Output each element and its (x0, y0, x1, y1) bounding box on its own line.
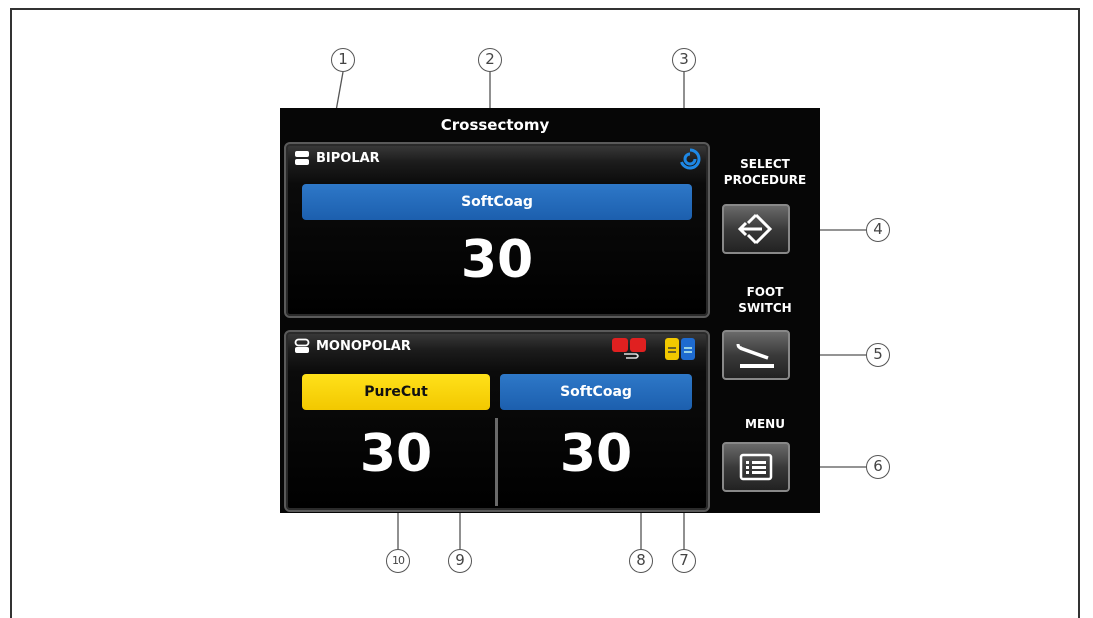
select-procedure-label: SELECT PROCEDURE (712, 156, 818, 188)
panel-divider (495, 418, 498, 506)
monopolar-header: MONOPOLAR (294, 338, 411, 354)
callout-1: 1 (331, 48, 355, 72)
cut-value: 30 (359, 424, 433, 484)
socket-plug-icon (295, 151, 309, 165)
red-handle-icon (612, 338, 646, 359)
bipolar-mode-label: SoftCoag (461, 194, 533, 210)
callout-10: 10 (386, 549, 410, 573)
bipolar-mode-bar[interactable]: SoftCoag (302, 184, 692, 220)
select-procedure-line2: PROCEDURE (723, 173, 807, 187)
foot-switch-line2: SWITCH (738, 301, 792, 315)
foot-switch-label: FOOT SWITCH (712, 284, 818, 316)
foot-switch-pedal-icon (736, 343, 774, 368)
callout-7: 7 (672, 549, 696, 573)
monopolar-label: MONOPOLAR (316, 338, 411, 354)
menu-button[interactable] (722, 442, 790, 492)
coag-value: 30 (559, 424, 633, 484)
coag-mode-label: SoftCoag (560, 384, 632, 400)
callout-6: 6 (866, 455, 890, 479)
foot-switch-line1: FOOT (746, 285, 784, 299)
socket-plug-icon (294, 338, 310, 353)
cut-mode-label: PureCut (364, 384, 428, 400)
callout-3: 3 (672, 48, 696, 72)
select-procedure-arrow-icon (737, 213, 773, 245)
menu-list-icon (739, 453, 773, 481)
device-screen: Crossectomy BIPOLAR SoftCoag 30 MONOPOLA… (280, 108, 820, 513)
coag-mode-bar[interactable]: SoftCoag (500, 374, 692, 410)
callout-9: 9 (448, 549, 472, 573)
procedure-title: Crossectomy (440, 116, 550, 134)
callout-8: 8 (629, 549, 653, 573)
cut-mode-bar[interactable]: PureCut (302, 374, 490, 410)
menu-label: MENU (745, 417, 785, 431)
select-procedure-button[interactable] (722, 204, 790, 254)
callout-5: 5 (866, 343, 890, 367)
yellow-blue-handle-icon (665, 338, 695, 360)
bipolar-label: BIPOLAR (316, 150, 380, 166)
foot-switch-button[interactable] (722, 330, 790, 380)
bipolar-header: BIPOLAR (294, 150, 380, 166)
bipolar-value: 30 (460, 230, 534, 290)
callout-4: 4 (866, 218, 890, 242)
monopolar-panel[interactable]: MONOPOLAR PureCut SoftCoag 30 30 (284, 330, 710, 512)
autostart-swirl-icon (680, 148, 701, 170)
bipolar-panel[interactable]: BIPOLAR SoftCoag 30 (284, 142, 710, 318)
select-procedure-line1: SELECT (740, 157, 790, 171)
callout-2: 2 (478, 48, 502, 72)
